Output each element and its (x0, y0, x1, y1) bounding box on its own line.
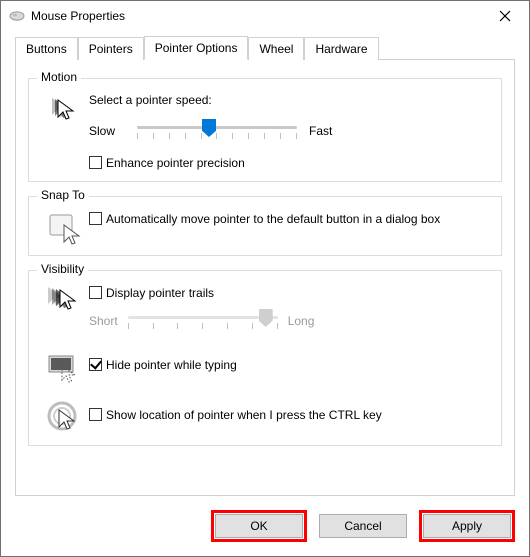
trails-long-label: Long (288, 314, 315, 328)
pointer-trails-checkbox[interactable] (89, 286, 102, 299)
apply-button[interactable]: Apply (423, 514, 511, 538)
hide-while-typing-checkbox[interactable] (89, 358, 102, 371)
close-button[interactable] (485, 3, 525, 29)
tab-wheel[interactable]: Wheel (248, 37, 304, 60)
snap-to-icon (39, 211, 89, 245)
group-visibility-legend: Visibility (37, 262, 88, 276)
tab-pointer-options[interactable]: Pointer Options (144, 36, 249, 60)
hide-while-typing-icon (39, 353, 89, 383)
tabpanel-pointer-options: Motion Select a pointer speed: Slow (15, 59, 515, 496)
snap-to-label: Automatically move pointer to the defaul… (106, 211, 440, 227)
tab-pointers[interactable]: Pointers (78, 37, 144, 60)
pointer-trails-label: Display pointer trails (106, 285, 214, 301)
group-visibility: Visibility Display pointer trails (28, 270, 502, 446)
show-location-icon (39, 401, 89, 435)
group-snap-to: Snap To Automatically move pointer to th… (28, 196, 502, 256)
speed-fast-label: Fast (309, 124, 345, 138)
group-motion-legend: Motion (37, 70, 81, 84)
pointer-speed-label: Select a pointer speed: (89, 93, 491, 107)
pointer-speed-slider[interactable] (137, 117, 297, 145)
group-snap-to-legend: Snap To (37, 188, 89, 202)
group-motion: Motion Select a pointer speed: Slow (28, 78, 502, 182)
mouse-properties-window: Mouse Properties Buttons Pointers Pointe… (0, 0, 530, 557)
enhance-precision-checkbox[interactable] (89, 156, 102, 169)
close-icon (499, 10, 511, 22)
ok-highlight: OK (211, 510, 307, 542)
show-location-label: Show location of pointer when I press th… (106, 407, 382, 423)
window-title: Mouse Properties (31, 9, 485, 23)
apply-highlight: Apply (419, 510, 515, 542)
ok-button[interactable]: OK (215, 514, 303, 538)
titlebar: Mouse Properties (1, 1, 529, 31)
trails-length-slider (128, 307, 278, 335)
tab-buttons[interactable]: Buttons (15, 37, 78, 60)
tab-hardware[interactable]: Hardware (304, 37, 378, 60)
cancel-button[interactable]: Cancel (319, 514, 407, 538)
mouse-icon (9, 10, 25, 22)
hide-while-typing-label: Hide pointer while typing (106, 357, 237, 373)
show-location-checkbox[interactable] (89, 408, 102, 421)
tabstrip: Buttons Pointers Pointer Options Wheel H… (1, 31, 529, 59)
speed-slow-label: Slow (89, 124, 125, 138)
snap-to-checkbox[interactable] (89, 212, 102, 225)
pointer-trails-icon (39, 285, 89, 313)
enhance-precision-label: Enhance pointer precision (106, 155, 245, 171)
dialog-button-row: OK Cancel Apply (1, 504, 529, 556)
cursor-speed-icon (39, 93, 89, 123)
trails-short-label: Short (89, 314, 118, 328)
